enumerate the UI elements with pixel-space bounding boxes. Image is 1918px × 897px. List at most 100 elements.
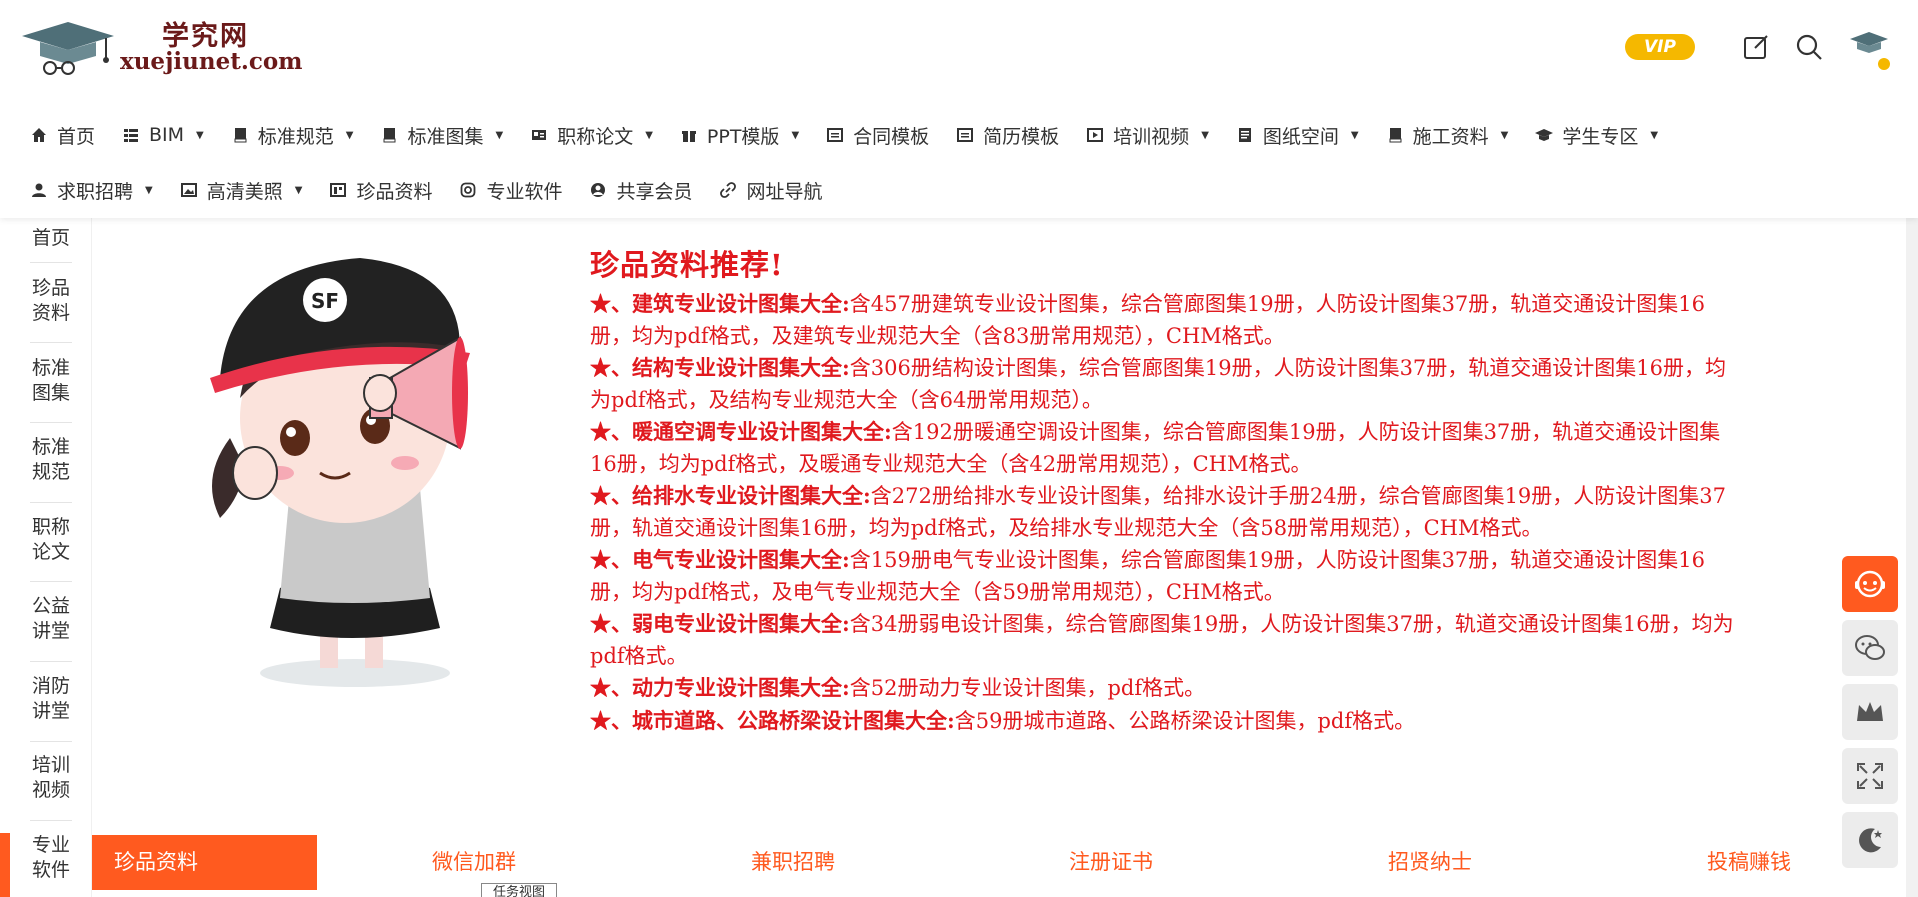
leftnav-divider xyxy=(30,820,72,821)
leftnav-divider xyxy=(30,422,72,423)
nav-label: 培训视频 xyxy=(1113,125,1190,148)
vip-crown-button[interactable] xyxy=(1842,684,1898,740)
recommendation-item: ★、结构专业设计图集大全:含306册结构设计图集，综合管廊图集19册，人防设计图… xyxy=(590,352,1740,416)
nav-item-treasure[interactable]: 珍品资料 xyxy=(329,177,432,204)
leftnav-divider xyxy=(30,661,72,662)
nav-item-ppt[interactable]: PPT模版 ▼ xyxy=(680,122,799,149)
tab-recruitment[interactable]: 招贤纳士 xyxy=(1388,835,1472,890)
leftnav-item-public-lectures[interactable]: 公益讲堂 xyxy=(30,594,72,644)
recommendation-banner[interactable]: SF 珍品资料推荐! ★、建筑专业设计图集大全:含457册建筑专业设计图集，综合… xyxy=(160,228,1760,768)
nav-item-contract[interactable]: 合同模板 xyxy=(826,122,929,149)
user-icon xyxy=(30,181,48,199)
nav-item-papers[interactable]: 职称论文 ▼ xyxy=(530,122,653,149)
nav-item-resume[interactable]: 简历模板 xyxy=(956,122,1059,149)
edit-icon[interactable] xyxy=(1741,32,1771,62)
crown-icon xyxy=(1857,702,1883,721)
vip-button[interactable]: VIP xyxy=(1625,34,1695,60)
leftnav-item-fire-lectures[interactable]: 消防讲堂 xyxy=(30,674,72,724)
nav-item-standards[interactable]: 标准规范 ▼ xyxy=(231,122,354,149)
nav-item-jobs[interactable]: 求职招聘 ▼ xyxy=(30,177,153,204)
graduation-cap-icon xyxy=(1535,126,1554,144)
home-icon xyxy=(30,126,48,144)
chevron-down-icon: ▼ xyxy=(495,129,504,141)
list-icon xyxy=(826,126,844,144)
tab-submit-articles[interactable]: 投稿赚钱 xyxy=(1707,835,1791,890)
leftnav-divider xyxy=(30,342,72,343)
nav-label: BIM xyxy=(149,124,185,146)
leftnav-item-software[interactable]: 专业软件 xyxy=(30,833,72,883)
recommendation-item: ★、建筑专业设计图集大全:含457册建筑专业设计图集，综合管廊图集19册，人防设… xyxy=(590,288,1740,352)
nav-item-photos[interactable]: 高清美照 ▼ xyxy=(180,177,303,204)
instagram-icon xyxy=(459,181,477,199)
nav-label: 高清美照 xyxy=(206,180,283,203)
nav-item-home[interactable]: 首页 xyxy=(30,122,95,149)
wechat-button[interactable] xyxy=(1842,620,1898,676)
recommendation-key: ★、动力专业设计图集大全: xyxy=(590,675,850,700)
task-view-tooltip: 任务视图 xyxy=(481,883,557,897)
recommendation-text: 含59册城市道路、公路桥梁设计图集，pdf格式。 xyxy=(954,708,1416,733)
leftnav-item-standards[interactable]: 标准规范 xyxy=(30,435,72,485)
nav-item-software[interactable]: 专业软件 xyxy=(459,177,562,204)
nav-label: 施工资料 xyxy=(1412,125,1489,148)
book-icon xyxy=(1386,126,1404,144)
tab-part-time-jobs[interactable]: 兼职招聘 xyxy=(751,835,835,890)
wechat-icon xyxy=(1855,635,1885,660)
tab-certificates[interactable]: 注册证书 xyxy=(1069,835,1153,890)
recommendation-item: ★、电气专业设计图集大全:含159册电气专业设计图集，综合管廊图集19册，人防设… xyxy=(590,544,1740,608)
leftnav-item-atlas[interactable]: 标准图集 xyxy=(30,356,72,406)
search-icon[interactable] xyxy=(1794,32,1824,62)
gift-icon xyxy=(680,126,698,144)
avatar[interactable] xyxy=(1846,26,1892,72)
leftnav-divider xyxy=(30,262,72,263)
moon-icon xyxy=(1859,828,1882,853)
nav-label: 珍品资料 xyxy=(356,180,433,203)
grid-icon xyxy=(122,126,140,144)
chevron-down-icon: ▼ xyxy=(1500,129,1509,141)
customer-service-button[interactable] xyxy=(1842,556,1898,612)
fullscreen-button[interactable] xyxy=(1842,748,1898,804)
nav-label: 学生专区 xyxy=(1562,125,1639,148)
chevron-down-icon: ▼ xyxy=(1201,129,1209,141)
leftnav-item-home[interactable]: 首页 xyxy=(30,226,72,251)
nav-item-construction[interactable]: 施工资料 ▼ xyxy=(1386,122,1509,149)
id-card-icon xyxy=(530,126,548,144)
svg-text:SF: SF xyxy=(311,289,339,313)
chevron-down-icon: ▼ xyxy=(145,184,153,196)
nav-label: 标准规范 xyxy=(257,125,334,148)
recommendation-item: ★、城市道路、公路桥梁设计图集大全:含59册城市道路、公路桥梁设计图集，pdf格… xyxy=(590,705,1740,738)
recommendation-key: ★、建筑专业设计图集大全: xyxy=(590,291,850,316)
nav-item-students[interactable]: 学生专区 ▼ xyxy=(1535,122,1658,149)
nav-item-links[interactable]: 网址导航 xyxy=(719,177,823,204)
recommendation-item: ★、动力专业设计图集大全:含52册动力专业设计图集，pdf格式。 xyxy=(590,672,1740,705)
nav-item-training[interactable]: 培训视频 ▼ xyxy=(1086,122,1209,149)
chevron-down-icon: ▼ xyxy=(345,129,354,141)
nav-item-bim[interactable]: BIM ▼ xyxy=(122,124,204,146)
site-logo[interactable]: 学究网 xuejiunet.com xyxy=(22,14,303,76)
brand-url: xuejiunet.com xyxy=(120,48,303,75)
main-nav-row-1: 首页 BIM ▼ 标准规范 ▼ 标准图集 ▼ 职称论文 ▼ PPT模版 ▼ 合同模板 简历… xyxy=(30,120,1685,150)
dark-mode-button[interactable] xyxy=(1842,812,1898,868)
avatar-cap-icon xyxy=(1850,32,1890,70)
tab-treasure-active[interactable]: 珍品资料 xyxy=(92,835,317,890)
nav-label: 首页 xyxy=(57,125,96,148)
chevron-down-icon: ▼ xyxy=(1350,129,1359,141)
leftnav-item-treasure[interactable]: 珍品资料 xyxy=(30,276,72,326)
nav-item-membership[interactable]: 共享会员 xyxy=(589,177,692,204)
tab-wechat-group[interactable]: 微信加群 xyxy=(432,835,516,890)
nav-label: 图纸空间 xyxy=(1262,125,1339,148)
graduation-cap-logo-icon xyxy=(22,22,114,75)
video-icon xyxy=(1086,126,1104,144)
leftnav-divider xyxy=(30,502,72,503)
recommendation-key: ★、暖通空调专业设计图集大全: xyxy=(590,419,892,444)
left-vertical-nav: 首页 珍品资料 标准图集 标准规范 职称论文 公益讲堂 消防讲堂 培训视频 专业… xyxy=(0,218,92,897)
book-icon xyxy=(231,126,249,144)
chevron-down-icon: ▼ xyxy=(294,184,303,196)
nav-item-drawings[interactable]: 图纸空间 ▼ xyxy=(1236,122,1359,149)
leftnav-item-training[interactable]: 培训视频 xyxy=(30,753,72,803)
nav-label: 共享会员 xyxy=(616,180,693,203)
link-icon xyxy=(719,181,737,199)
leftnav-item-papers[interactable]: 职称论文 xyxy=(30,515,72,565)
nav-label: 标准图集 xyxy=(407,125,484,148)
book-icon xyxy=(380,126,398,144)
nav-item-atlas[interactable]: 标准图集 ▼ xyxy=(380,122,503,149)
